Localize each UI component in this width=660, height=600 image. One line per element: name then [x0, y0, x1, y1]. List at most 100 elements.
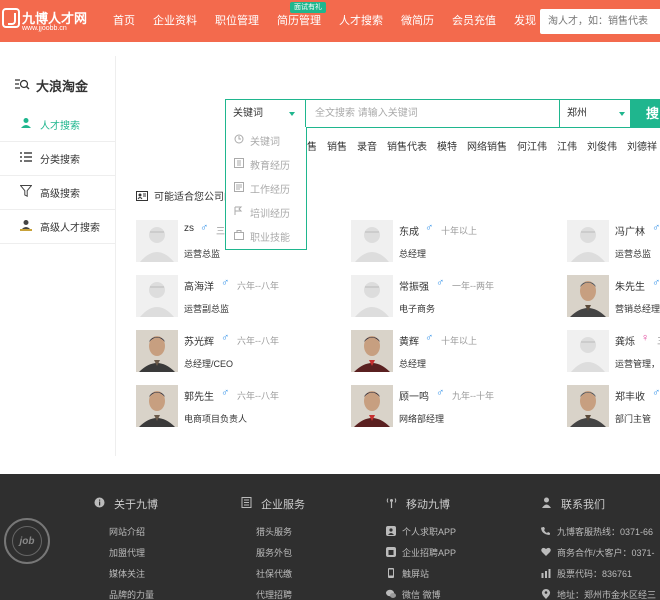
candidate-card[interactable]: 郑丰收 ♂ 部门主管 — [567, 385, 660, 429]
footer-seal-logo: job — [4, 518, 50, 564]
candidate-card[interactable]: 苏光辉 ♂ 六年--八年 总经理/CEO — [136, 330, 336, 374]
nav-item-label: 首页 — [113, 15, 135, 27]
candidate-card[interactable]: 高海洋 ♂ 六年--八年 运营副总监 — [136, 275, 336, 319]
footer-link[interactable]: 股票代码：836761 — [541, 567, 632, 580]
footer-link[interactable]: 微信 微博 — [386, 588, 441, 600]
candidate-experience: 十年以上 — [441, 226, 478, 236]
signal-icon — [386, 497, 397, 511]
candidate-card[interactable]: 顾一鸣 ♂ 九年--十年 网络部经理 — [351, 385, 551, 429]
search-button[interactable]: 搜 — [630, 99, 660, 128]
nav-item[interactable]: 首页 — [104, 0, 144, 42]
candidate-job: 电商项目负责人 — [184, 414, 248, 424]
search-type-dropdown: 关键词教育经历工作经历培训经历职业技能 — [225, 127, 307, 250]
avatar-photo — [136, 385, 178, 427]
footer-link[interactable]: 社保代缴 — [256, 567, 292, 580]
avatar-placeholder-icon — [136, 220, 178, 262]
dropdown-option[interactable]: 培训经历 — [234, 203, 290, 221]
nav-item[interactable]: 微简历 — [392, 0, 443, 42]
site-logo[interactable]: 九博人才网 www.jjoobb.cn — [0, 6, 100, 36]
sidebar-item-label: 高级人才搜索 — [40, 223, 100, 234]
dropdown-option[interactable]: 工作经历 — [234, 179, 290, 197]
hot-keyword-link[interactable]: 销售代表 — [387, 138, 427, 153]
footer-link[interactable]: 代理招聘 — [256, 588, 292, 600]
candidate-name: 朱先生 — [615, 282, 645, 293]
candidate-card[interactable]: 龚烁♀三运营管理， — [567, 330, 660, 374]
hot-keyword-link[interactable]: 售 — [307, 138, 317, 153]
candidate-card[interactable]: 黄辉 ♂ 十年以上 总经理 — [351, 330, 551, 374]
candidate-card[interactable]: 常振强 ♂ 一年--两年 电子商务 — [351, 275, 551, 319]
dropdown-option[interactable]: 关键词 — [234, 131, 280, 149]
top-header: 九博人才网 www.jjoobb.cn 首页 企业资料 职位管理 简历管理 面试有礼 人才… — [0, 0, 660, 42]
footer-link-label: 地址：郑州市金水区经三 — [557, 590, 657, 600]
footer-link[interactable]: 企业招聘APP — [386, 546, 456, 559]
sidebar-item-3[interactable]: 高级搜索 — [0, 176, 116, 210]
sidebar-item-label: 人才搜索 — [40, 121, 80, 132]
person-icon — [20, 117, 32, 132]
footer-link[interactable]: 地址：郑州市金水区经三 — [541, 588, 656, 600]
candidate-card[interactable]: 东成 ♂ 十年以上 总经理 — [351, 220, 551, 264]
footer-link[interactable]: 触屏站 — [386, 567, 429, 580]
sidebar-item-1[interactable]: 人才搜索 — [0, 108, 116, 142]
footer-column-title: 联系我们 — [541, 496, 605, 512]
results-title-label: 可能适合您公司的 — [154, 192, 234, 203]
avatar-placeholder-icon — [136, 275, 178, 317]
dropdown-option[interactable]: 教育经历 — [234, 155, 290, 173]
hot-keyword-link[interactable]: 刘德祥 — [627, 138, 657, 153]
footer-link[interactable]: 加盟代理 — [109, 546, 145, 559]
nav-item-label: 企业资料 — [153, 15, 197, 27]
footer-link-label: 猎头服务 — [256, 527, 293, 537]
avatar-placeholder-icon — [567, 330, 609, 372]
list-icon — [20, 152, 32, 165]
hot-keyword-link[interactable]: 录音 — [357, 138, 377, 153]
hot-keyword-link[interactable]: 江伟 — [557, 138, 577, 153]
nav-item-label: 发现 — [514, 15, 536, 27]
sidebar-item-2[interactable]: 分类搜索 — [0, 142, 116, 176]
footer-link[interactable]: 个人求职APP — [386, 525, 456, 538]
candidate-card[interactable]: 朱先生 ♂ 营销总经理 — [567, 275, 660, 319]
city-select[interactable]: 郑州 — [559, 100, 631, 127]
dropdown-option[interactable]: 职业技能 — [234, 227, 290, 245]
footer-link[interactable]: 九博客服热线：0371-66 — [541, 525, 653, 538]
footer-column-title-label: 关于九博 — [114, 499, 158, 511]
nav-item[interactable]: 职位管理 — [206, 0, 268, 42]
avatar-placeholder-icon — [351, 275, 393, 317]
user-icon — [541, 497, 552, 511]
nav-item[interactable]: 简历管理 面试有礼 — [268, 0, 330, 42]
filter-icon — [19, 185, 33, 200]
nav-item[interactable]: 会员充值 — [443, 0, 505, 42]
candidate-experience: 六年--八年 — [237, 391, 279, 401]
footer-link[interactable]: 品牌的力量 — [109, 588, 154, 600]
hot-keyword-link[interactable]: 销售 — [327, 138, 347, 153]
nav-item[interactable]: 人才搜索 — [330, 0, 392, 42]
dropdown-option-label: 关键词 — [250, 136, 280, 148]
footer-link[interactable]: 媒体关注 — [109, 567, 145, 580]
male-icon: ♂ — [436, 387, 445, 399]
dropdown-option-label: 培训经历 — [250, 208, 290, 220]
footer-link[interactable]: 商务合作/大客户：0371- — [541, 546, 655, 559]
hot-keyword-link[interactable]: 刘俊伟 — [587, 138, 617, 153]
hot-keyword-link[interactable]: 模特 — [437, 138, 457, 153]
talent-search-input[interactable] — [540, 9, 660, 34]
search-type-select[interactable]: 关键词 — [226, 100, 306, 127]
sidebar-item-4[interactable]: 高级人才搜索 — [0, 210, 116, 244]
footer-link[interactable]: 服务外包 — [256, 546, 292, 559]
avatar-photo — [567, 275, 609, 317]
hot-keyword-link[interactable]: 何江伟 — [517, 138, 547, 153]
footer-link[interactable]: 网站介绍 — [109, 525, 145, 538]
candidate-card[interactable]: 郭先生 ♂ 六年--八年 电商项目负责人 — [136, 385, 336, 429]
footer-column-title-label: 联系我们 — [561, 499, 605, 511]
candidate-card[interactable]: 冯广林 ♂ 运营总监 — [567, 220, 660, 264]
footer-link[interactable]: 猎头服务 — [256, 525, 292, 538]
nav-item-label: 人才搜索 — [339, 15, 383, 27]
phone-call-icon — [541, 526, 551, 538]
female-icon: ♀ — [641, 332, 650, 344]
keyword-input[interactable] — [307, 100, 557, 127]
male-icon: ♂ — [200, 222, 209, 234]
footer: job 关于九博 网站介绍 加盟代理 媒体关注 品牌的力量 企业服务 猎头服务 服务外包 社保代… — [0, 474, 660, 600]
avatar-photo — [567, 385, 609, 427]
avatar-photo — [351, 330, 393, 372]
nav-item[interactable]: 发现 — [505, 0, 545, 42]
id-card-icon — [136, 190, 148, 201]
nav-item[interactable]: 企业资料 — [144, 0, 206, 42]
hot-keyword-link[interactable]: 网络销售 — [467, 138, 507, 153]
